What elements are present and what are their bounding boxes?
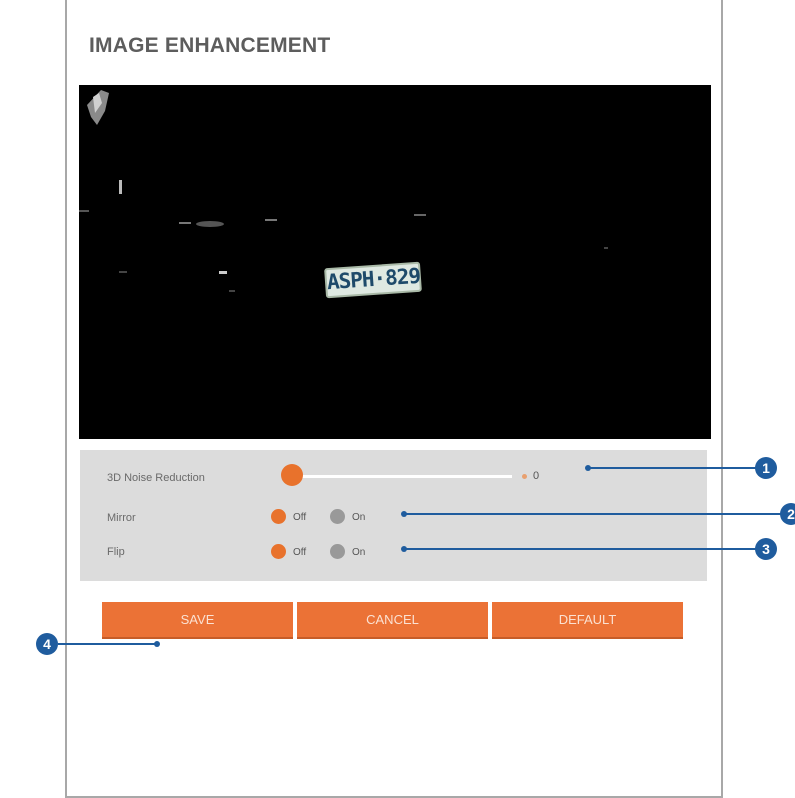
callout-4-line xyxy=(58,643,158,645)
scene-highlight xyxy=(414,214,426,216)
scene-highlight xyxy=(265,219,277,221)
noise-reduction-slider-thumb[interactable] xyxy=(281,464,303,486)
flip-on-label: On xyxy=(352,547,366,558)
callout-3-line xyxy=(406,548,758,550)
video-scene xyxy=(79,90,608,292)
page-title: IMAGE ENHANCEMENT xyxy=(89,34,331,57)
flip-off-radio[interactable] xyxy=(271,544,286,559)
scene-highlight xyxy=(604,247,608,249)
default-button[interactable]: DEFAULT xyxy=(492,602,683,637)
scene-highlight xyxy=(119,271,127,273)
flip-label: Flip xyxy=(107,546,125,558)
video-preview: ASPH·829 xyxy=(79,85,711,439)
noise-reduction-label: 3D Noise Reduction xyxy=(107,472,205,484)
callout-1-line xyxy=(590,467,758,469)
scene-highlight xyxy=(219,271,227,274)
scene-highlight xyxy=(229,290,235,292)
callout-2-line xyxy=(406,513,786,515)
scene-highlight xyxy=(79,210,89,212)
callout-2-badge: 2 xyxy=(780,503,795,525)
scene-highlight xyxy=(119,180,122,194)
mirror-off-radio[interactable] xyxy=(271,509,286,524)
save-button[interactable]: SAVE xyxy=(102,602,293,637)
cancel-button[interactable]: CANCEL xyxy=(297,602,488,637)
mirror-off-label: Off xyxy=(293,512,307,523)
settings-area xyxy=(80,450,707,581)
slider-marker-icon xyxy=(522,474,527,479)
callout-3-badge: 3 xyxy=(755,538,777,560)
mirror-on-label: On xyxy=(352,512,366,523)
mirror-label: Mirror xyxy=(107,512,136,524)
callout-1-badge: 1 xyxy=(755,457,777,479)
scene-highlight xyxy=(179,222,191,224)
flip-on-radio[interactable] xyxy=(330,544,345,559)
scene-highlight xyxy=(196,221,224,227)
noise-reduction-value: 0 xyxy=(533,470,540,482)
callout-4-dot xyxy=(154,641,160,647)
flip-off-label: Off xyxy=(293,547,307,558)
callout-4-badge: 4 xyxy=(36,633,58,655)
mirror-on-radio[interactable] xyxy=(330,509,345,524)
noise-reduction-slider-track[interactable] xyxy=(287,475,512,478)
